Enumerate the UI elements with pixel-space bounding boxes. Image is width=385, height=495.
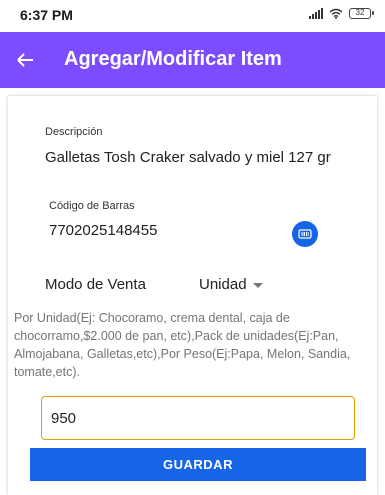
page-title: Agregar/Modificar Item [64,48,282,70]
barcode-icon [298,229,312,239]
sale-mode-help-text: Por Unidad(Ej: Chocoramo, crema dental, … [14,311,351,379]
amount-input[interactable] [41,396,355,440]
battery-icon: 32 [349,8,374,19]
back-arrow-icon[interactable] [10,45,40,75]
description-field[interactable]: Galletas Tosh Craker salvado y miel 127 … [45,149,331,166]
sale-mode-dropdown[interactable]: Unidad [199,276,263,293]
dropdown-caret-icon [252,283,263,288]
signal-icon [309,8,323,19]
save-button[interactable]: GUARDAR [30,448,366,481]
status-time: 6:37 PM [20,7,73,23]
wifi-icon [329,8,343,19]
description-label: Descripción [45,126,103,138]
sale-mode-label: Modo de Venta [45,276,146,293]
sale-mode-selected: Unidad [199,276,247,293]
app-bar: Agregar/Modificar Item [0,32,385,88]
scan-barcode-button[interactable] [292,221,318,247]
barcode-label: Código de Barras [49,200,135,212]
barcode-field[interactable]: 7702025148455 [49,222,157,239]
status-bar: 6:37 PM 32 [0,0,385,32]
status-icons: 32 [309,8,374,19]
